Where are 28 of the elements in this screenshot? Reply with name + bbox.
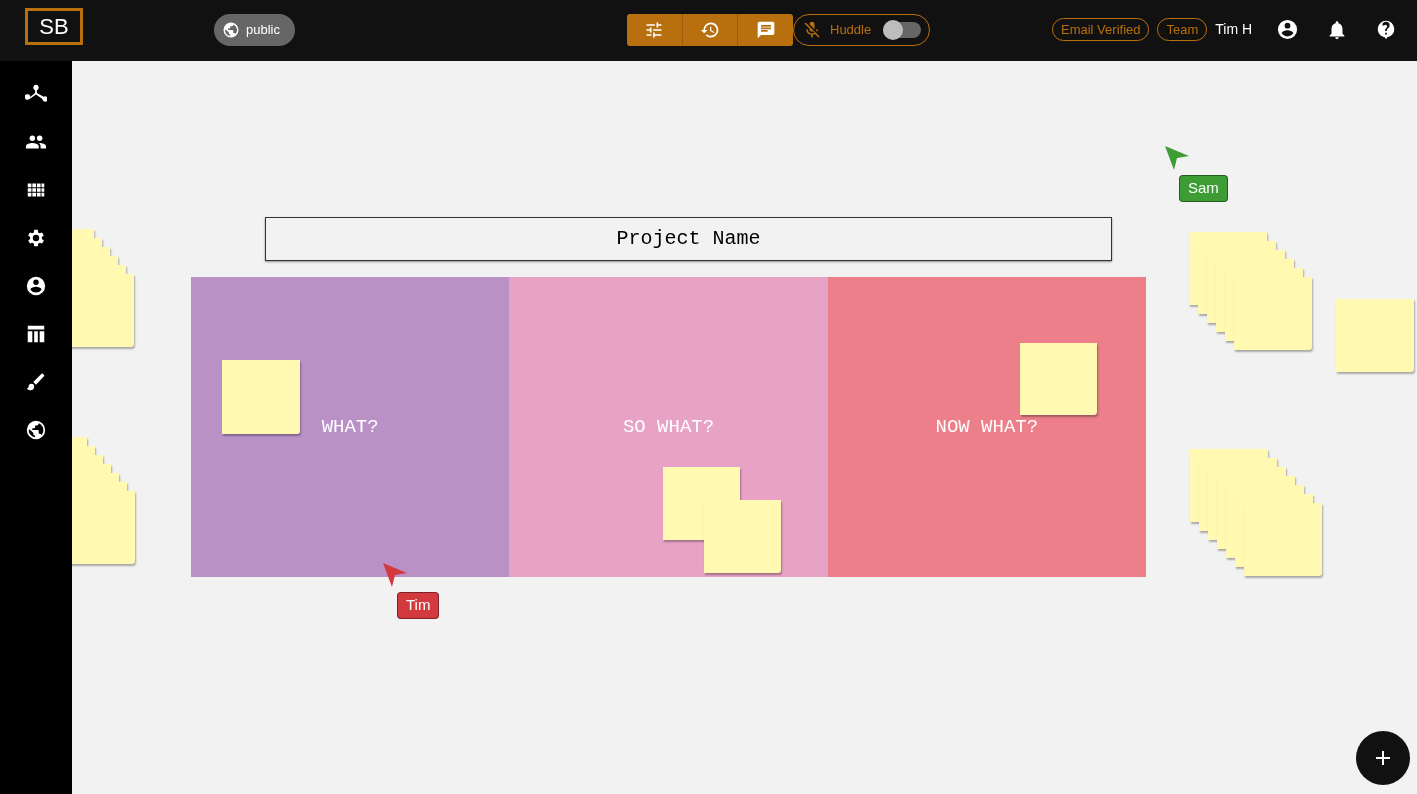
account-icon[interactable] xyxy=(1276,18,1299,41)
column-label: NOW WHAT? xyxy=(935,414,1039,440)
add-button[interactable] xyxy=(1356,731,1410,785)
globe-icon[interactable] xyxy=(25,419,47,441)
cursor-arrow-icon xyxy=(1164,145,1190,171)
history-icon[interactable] xyxy=(700,20,720,40)
board-column[interactable]: WHAT? xyxy=(191,277,510,577)
help-icon[interactable] xyxy=(1375,18,1397,41)
logo[interactable]: SB xyxy=(25,8,83,45)
cursor-arrow-icon xyxy=(382,562,408,588)
muted-microphone-icon[interactable] xyxy=(802,20,822,40)
huddle-toggle[interactable] xyxy=(883,22,922,38)
globe-icon xyxy=(222,21,240,39)
cursor-name-tag: Tim xyxy=(397,592,440,619)
sliders-icon[interactable] xyxy=(644,20,665,40)
network-icon[interactable] xyxy=(25,83,47,105)
visibility-button[interactable]: public xyxy=(214,14,295,46)
board-title[interactable]: Project Name xyxy=(265,217,1112,261)
board-column[interactable]: NOW WHAT? xyxy=(827,277,1146,577)
brush-icon[interactable] xyxy=(25,371,47,393)
column-label: WHAT? xyxy=(321,414,379,440)
user-name: Tim H xyxy=(1215,20,1253,39)
chat-icon[interactable] xyxy=(755,20,776,40)
settings-icon[interactable] xyxy=(25,227,47,249)
cursor-name-tag: Sam xyxy=(1179,175,1228,202)
column-label: SO WHAT? xyxy=(622,414,715,440)
table-icon[interactable] xyxy=(25,323,47,345)
huddle-label: Huddle xyxy=(830,21,872,40)
